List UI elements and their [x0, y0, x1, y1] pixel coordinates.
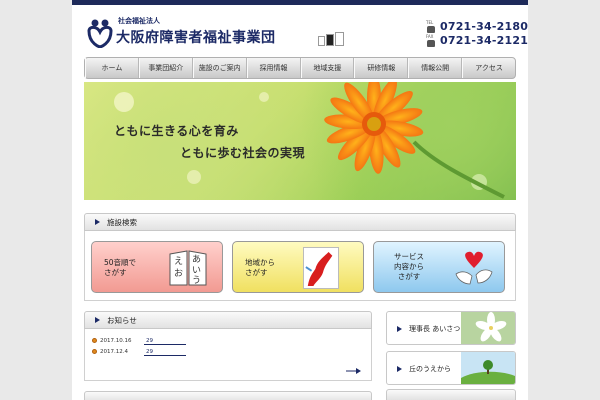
nav-item-disclosure[interactable]: 情報公開	[408, 58, 463, 78]
triangle-bullet-icon	[95, 317, 100, 323]
nav-item-training[interactable]: 研修情報	[354, 58, 409, 78]
search-by-kana-text: 50音順で さがす	[104, 258, 136, 278]
search-by-service-line3: さがす	[397, 272, 421, 281]
hero-banner: ともに生きる心を育み ともに歩む社会の実現	[84, 82, 516, 200]
search-by-service-line2: 内容から	[394, 262, 424, 271]
svg-text:あ: あ	[192, 254, 201, 265]
search-by-kana-line2: さがす	[104, 268, 127, 277]
org-logo-icon[interactable]	[86, 18, 114, 48]
hero-slogan-line2: ともに歩む社会の実現	[180, 146, 306, 160]
nav-item-recruit[interactable]: 採用情報	[246, 58, 301, 78]
chairman-greeting-banner[interactable]: 理事長 あいさつ	[386, 311, 516, 345]
news-date-text: 2017.12.4	[100, 349, 128, 355]
tel-label: TEL	[426, 20, 434, 25]
flower-image-icon	[114, 82, 505, 199]
news-item-date: 2017.12.4	[92, 349, 128, 355]
search-by-region-line1: 地域から	[245, 258, 275, 267]
org-type-label: 社会福祉法人	[118, 17, 160, 25]
nav-item-about[interactable]: 事業団紹介	[138, 58, 193, 78]
nav-item-access[interactable]: アクセス	[462, 58, 515, 78]
search-by-region-text: 地域から さがす	[245, 258, 275, 278]
news-date-text: 2017.10.16	[100, 338, 132, 344]
fax-number: 0721-34-2121	[440, 34, 528, 47]
chairman-greeting-label: 理事長 あいさつ	[409, 325, 461, 333]
news-section-title: お知らせ	[107, 316, 137, 325]
page: 社会福祉法人 大阪府障害者福祉事業団 TEL 0721-34-2180 FAX …	[72, 0, 528, 400]
search-by-service-line1: サービス	[394, 252, 424, 261]
org-name[interactable]: 大阪府障害者福祉事業団	[116, 27, 276, 47]
news-item-link[interactable]: 29	[144, 349, 186, 356]
tel-row: TEL 0721-34-2180	[426, 20, 528, 34]
map-icon	[303, 247, 339, 289]
tel-number: 0721-34-2180	[440, 20, 528, 33]
phone-icon	[427, 26, 435, 33]
top-bar	[72, 0, 528, 5]
heart-hands-icon	[455, 251, 493, 285]
font-size-medium-button[interactable]	[326, 34, 334, 46]
bullet-dot-icon	[92, 349, 97, 354]
hill-tree-image-icon	[461, 352, 515, 384]
font-size-switcher	[318, 32, 344, 46]
hill-column-label: 丘のうえから	[409, 365, 451, 373]
global-nav: ホーム 事業団紹介 施設のご案内 採用情報 地域支援 研修情報 情報公開 アクセ…	[84, 57, 516, 79]
bullet-dot-icon	[92, 338, 97, 343]
nav-item-home[interactable]: ホーム	[85, 58, 139, 78]
fax-icon	[427, 40, 435, 47]
svg-text:お: お	[174, 268, 183, 279]
font-size-small-button[interactable]	[318, 36, 325, 46]
fax-label: FAX	[426, 34, 434, 39]
more-arrow-icon[interactable]	[346, 368, 362, 374]
contact-info: TEL 0721-34-2180 FAX 0721-34-2121	[426, 20, 528, 48]
news-section-header: お知らせ	[84, 311, 372, 329]
search-by-region-line2: さがす	[245, 268, 268, 277]
search-by-service-button[interactable]: サービス 内容から さがす	[373, 241, 505, 293]
search-by-region-button[interactable]: 地域から さがす	[232, 241, 364, 293]
news-item-link[interactable]: 29	[144, 338, 186, 345]
next-section-header-partial	[84, 391, 372, 400]
nav-item-community[interactable]: 地域支援	[300, 58, 355, 78]
svg-text:い: い	[192, 266, 201, 276]
svg-text:え: え	[174, 256, 183, 267]
fax-row: FAX 0721-34-2121	[426, 34, 528, 48]
search-by-kana-line1: 50音順で	[104, 258, 137, 267]
search-section-title: 施設検索	[107, 218, 137, 227]
triangle-bullet-icon	[397, 366, 402, 372]
nav-item-facilities[interactable]: 施設のご案内	[192, 58, 247, 78]
font-size-large-button[interactable]	[335, 32, 344, 46]
news-section-body	[84, 329, 372, 381]
hero-slogan-line1: ともに生きる心を育み	[114, 124, 239, 138]
search-section-header: 施設検索	[84, 213, 516, 231]
book-icon: え お あ い う	[169, 250, 207, 286]
svg-text:う: う	[192, 275, 201, 286]
search-by-service-text: サービス 内容から さがす	[394, 252, 424, 282]
side-banner-partial[interactable]	[386, 389, 516, 400]
white-flower-image-icon	[461, 312, 515, 344]
triangle-bullet-icon	[397, 326, 402, 332]
triangle-bullet-icon	[95, 219, 100, 225]
news-item-date: 2017.10.16	[92, 338, 132, 344]
search-by-kana-button[interactable]: 50音順で さがす え お あ い う	[91, 241, 223, 293]
hill-column-banner[interactable]: 丘のうえから	[386, 351, 516, 385]
